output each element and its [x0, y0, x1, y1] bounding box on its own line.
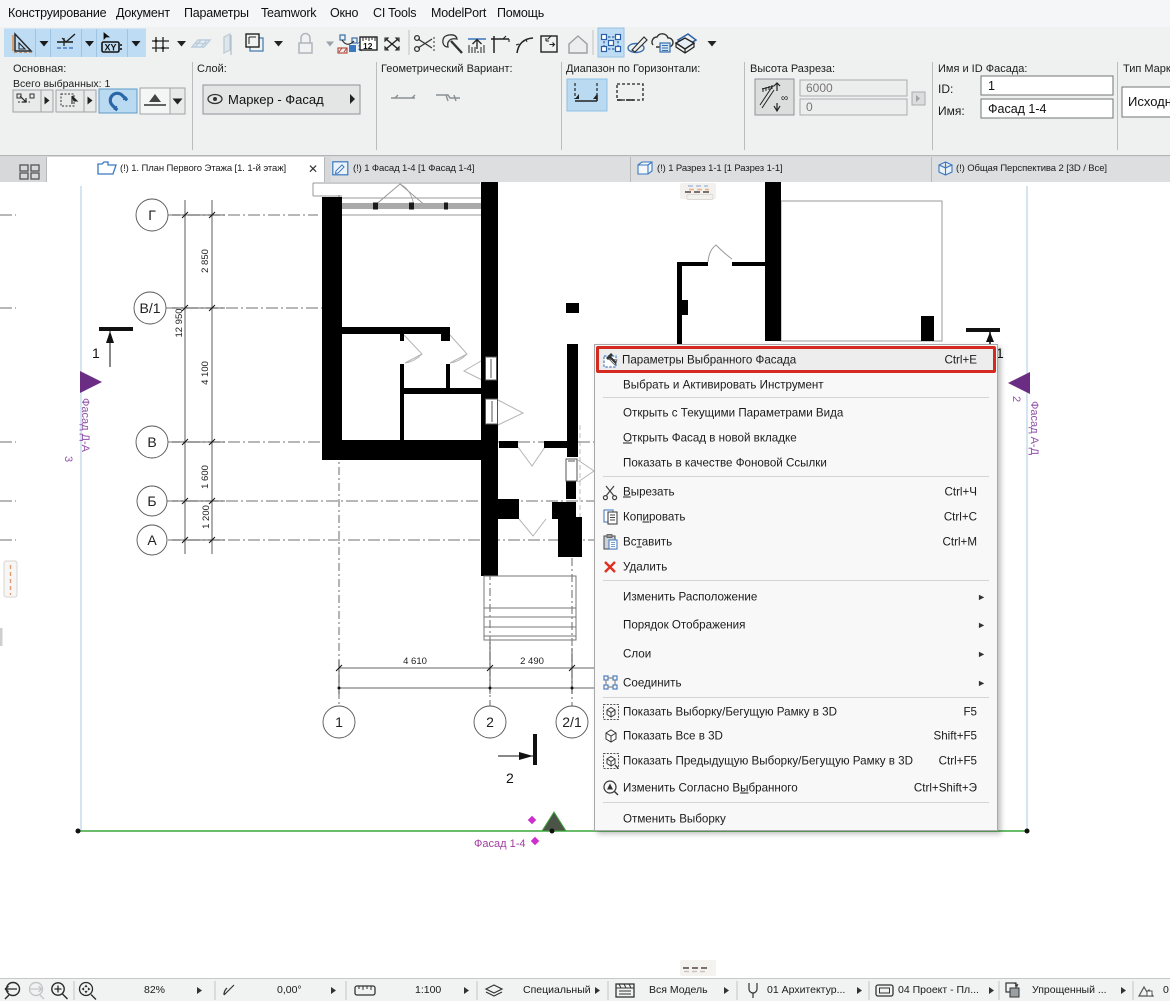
svg-text:XY: XY — [105, 43, 117, 53]
svg-text:6000: 6000 — [806, 81, 833, 95]
svg-text:12: 12 — [363, 41, 373, 51]
svg-text:Г: Г — [148, 207, 156, 223]
svg-text:Фасад 1-4: Фасад 1-4 — [988, 102, 1047, 116]
svg-text:2: 2 — [1010, 396, 1022, 402]
svg-text:Фасад 1-4: Фасад 1-4 — [474, 838, 525, 850]
svg-text:1: 1 — [92, 345, 100, 361]
svg-text:Исходны: Исходны — [1128, 94, 1170, 109]
svg-text:В/1: В/1 — [139, 300, 160, 316]
svg-text:0: 0 — [806, 100, 813, 114]
svg-text:4 610: 4 610 — [403, 656, 427, 667]
svg-text:2/1: 2/1 — [562, 714, 582, 730]
svg-text:2: 2 — [506, 770, 514, 786]
svg-text:Маркер - Фасад: Маркер - Фасад — [228, 92, 324, 107]
svg-text:∞: ∞ — [781, 93, 788, 104]
svg-text:2 850: 2 850 — [200, 249, 211, 273]
svg-text:1: 1 — [988, 79, 995, 93]
svg-text:1: 1 — [335, 714, 343, 730]
svg-text:1 600: 1 600 — [200, 465, 211, 489]
svg-text:Фасад А-Д: Фасад А-Д — [1028, 401, 1040, 456]
svg-text:А: А — [147, 532, 157, 548]
svg-text:Фасад Д-А: Фасад Д-А — [79, 398, 91, 453]
svg-text:2 490: 2 490 — [520, 656, 544, 667]
svg-text:12 950: 12 950 — [174, 308, 185, 337]
svg-text:Б: Б — [147, 493, 156, 509]
svg-text:3: 3 — [62, 456, 74, 462]
svg-text:4 100: 4 100 — [200, 361, 211, 385]
svg-text:2: 2 — [486, 714, 494, 730]
svg-text:В: В — [147, 434, 156, 450]
svg-text:1 200: 1 200 — [201, 505, 212, 529]
